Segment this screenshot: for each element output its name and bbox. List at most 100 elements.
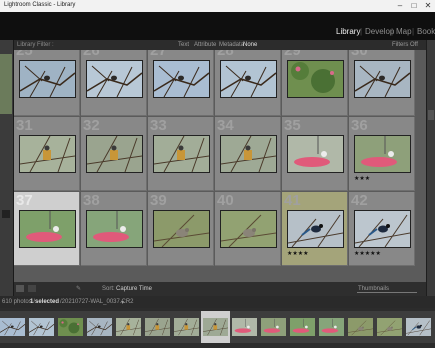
- filmstrip-thumbnail[interactable]: [172, 311, 201, 343]
- filmstrip-thumbnail[interactable]: [375, 311, 404, 343]
- star-rating[interactable]: ★★★: [354, 175, 370, 182]
- cell-index: 35: [284, 117, 301, 134]
- filmstrip-thumbnail[interactable]: [27, 311, 56, 343]
- grid-cell[interactable]: 31: [14, 117, 80, 191]
- filter-label: Library Filter :: [17, 42, 54, 48]
- loupe-view-icon[interactable]: [28, 285, 36, 292]
- right-panel[interactable]: [427, 40, 435, 296]
- photo-thumbnail[interactable]: [287, 210, 344, 248]
- star-rating[interactable]: ★★★★★: [354, 250, 381, 257]
- grid-view-icon[interactable]: [16, 285, 24, 292]
- cell-index: 25: [16, 50, 33, 59]
- file-dropdown-icon[interactable]: ▾: [121, 299, 124, 306]
- photo-thumbnail[interactable]: [220, 135, 277, 173]
- filmstrip-thumbnail[interactable]: [114, 311, 143, 343]
- grid-cell[interactable]: 38: [81, 192, 147, 266]
- filmstrip-thumbnail[interactable]: [288, 311, 317, 343]
- filmstrip[interactable]: [0, 308, 435, 348]
- filmstrip-thumbnail[interactable]: [259, 311, 288, 343]
- filmstrip-image: [290, 318, 315, 336]
- filmstrip-thumbnail[interactable]: [201, 311, 230, 343]
- filter-metadata[interactable]: Metadata: [219, 42, 244, 48]
- filter-text[interactable]: Text: [178, 42, 189, 48]
- window-title: Lightroom Classic - Library: [4, 2, 76, 8]
- photo-thumbnail[interactable]: [86, 135, 143, 173]
- photo-thumbnail[interactable]: [354, 210, 411, 248]
- cell-index: 40: [217, 192, 234, 209]
- photo-thumbnail[interactable]: [287, 60, 344, 98]
- filmstrip-thumbnail[interactable]: [56, 311, 85, 343]
- photo-thumbnail[interactable]: [354, 135, 411, 173]
- filmstrip-thumbnail[interactable]: [143, 311, 172, 343]
- cell-index: 29: [284, 50, 301, 59]
- filmstrip-thumbnail[interactable]: [346, 311, 375, 343]
- photo-thumbnail[interactable]: [153, 60, 210, 98]
- photo-thumbnail[interactable]: [354, 60, 411, 98]
- grid-cell[interactable]: 33: [148, 117, 214, 191]
- photo-thumbnail[interactable]: [220, 60, 277, 98]
- filmstrip-thumbnail[interactable]: [0, 311, 27, 343]
- filmstrip-thumbnail[interactable]: [404, 311, 433, 343]
- grid-toolbar: ✎ Sort: Capture Time Thumbnails: [14, 282, 426, 296]
- grid-cell[interactable]: 36 ★★★: [349, 117, 415, 191]
- left-panel[interactable]: [0, 40, 14, 296]
- photo-thumbnail[interactable]: [19, 210, 76, 248]
- filter-none[interactable]: None: [243, 42, 257, 48]
- filmstrip-thumbnail[interactable]: [85, 311, 114, 343]
- cell-index: 26: [83, 50, 100, 59]
- grid-cell[interactable]: 35: [282, 117, 348, 191]
- grid-cell[interactable]: 42 ★★★★★: [349, 192, 415, 266]
- thumbnail-size-slider[interactable]: [357, 292, 417, 293]
- grid-cell[interactable]: 41 ★★★★: [282, 192, 348, 266]
- sort-select[interactable]: Capture Time: [116, 286, 152, 292]
- filmstrip-image: [0, 318, 26, 336]
- photo-thumbnail[interactable]: [153, 210, 210, 248]
- cell-index: 37: [16, 192, 33, 209]
- grid-cell[interactable]: 37: [14, 192, 80, 266]
- filter-attribute[interactable]: Attribute: [194, 42, 216, 48]
- maximize-icon[interactable]: □: [407, 0, 421, 12]
- photo-thumbnail[interactable]: [86, 60, 143, 98]
- histogram-icon: [428, 110, 434, 120]
- filmstrip-image: [376, 318, 403, 336]
- filmstrip-image: [232, 318, 257, 336]
- grid-cell[interactable]: 34: [215, 117, 281, 191]
- photo-thumbnail[interactable]: [153, 135, 210, 173]
- grid-cell[interactable]: 25: [14, 50, 80, 116]
- star-rating[interactable]: ★★★★: [287, 250, 309, 257]
- grid-cell[interactable]: 29: [282, 50, 348, 116]
- grid-cell[interactable]: 30: [349, 50, 415, 116]
- minimize-icon[interactable]: –: [393, 0, 407, 12]
- grid-cell[interactable]: 27: [148, 50, 214, 116]
- module-map[interactable]: Map: [396, 27, 412, 36]
- navigator-preview[interactable]: [0, 54, 12, 114]
- grid-cell[interactable]: 39: [148, 192, 214, 266]
- filmstrip-thumbnail[interactable]: [317, 311, 346, 343]
- cell-index: 28: [217, 50, 234, 59]
- filmstrip-status-bar: 610 photos / 1 selected /20210727-WAL_00…: [0, 296, 435, 308]
- grid-cell[interactable]: 32: [81, 117, 147, 191]
- module-book[interactable]: Book: [417, 27, 435, 36]
- photo-thumbnail[interactable]: [19, 60, 76, 98]
- cell-index: 33: [150, 117, 167, 134]
- grid-cell[interactable]: 28: [215, 50, 281, 116]
- module-separator: |: [412, 27, 415, 36]
- photo-thumbnail[interactable]: [220, 210, 277, 248]
- module-library[interactable]: Library: [336, 27, 360, 36]
- grid-cell[interactable]: 40: [215, 192, 281, 266]
- filter-preset[interactable]: Filters Off: [392, 42, 418, 48]
- filmstrip-thumbnail[interactable]: [230, 311, 259, 343]
- painter-icon[interactable]: ✎: [76, 285, 81, 292]
- photo-grid[interactable]: 25 26 27 28 29 30 31 32 33 34 35 36 ★★★ 37 38 39 40 41 ★★★…: [14, 50, 426, 282]
- selected-count: 1 selected: [30, 299, 60, 305]
- photo-thumbnail[interactable]: [287, 135, 344, 173]
- cell-index: 42: [351, 192, 368, 209]
- panel-toggle-icon[interactable]: [2, 210, 10, 218]
- photo-thumbnail[interactable]: [19, 135, 76, 173]
- module-separator: |: [360, 27, 363, 36]
- close-icon[interactable]: ✕: [421, 0, 435, 12]
- photo-thumbnail[interactable]: [86, 210, 143, 248]
- grid-cell[interactable]: 26: [81, 50, 147, 116]
- module-develop[interactable]: Develop: [365, 27, 394, 36]
- filmstrip-image: [144, 318, 171, 336]
